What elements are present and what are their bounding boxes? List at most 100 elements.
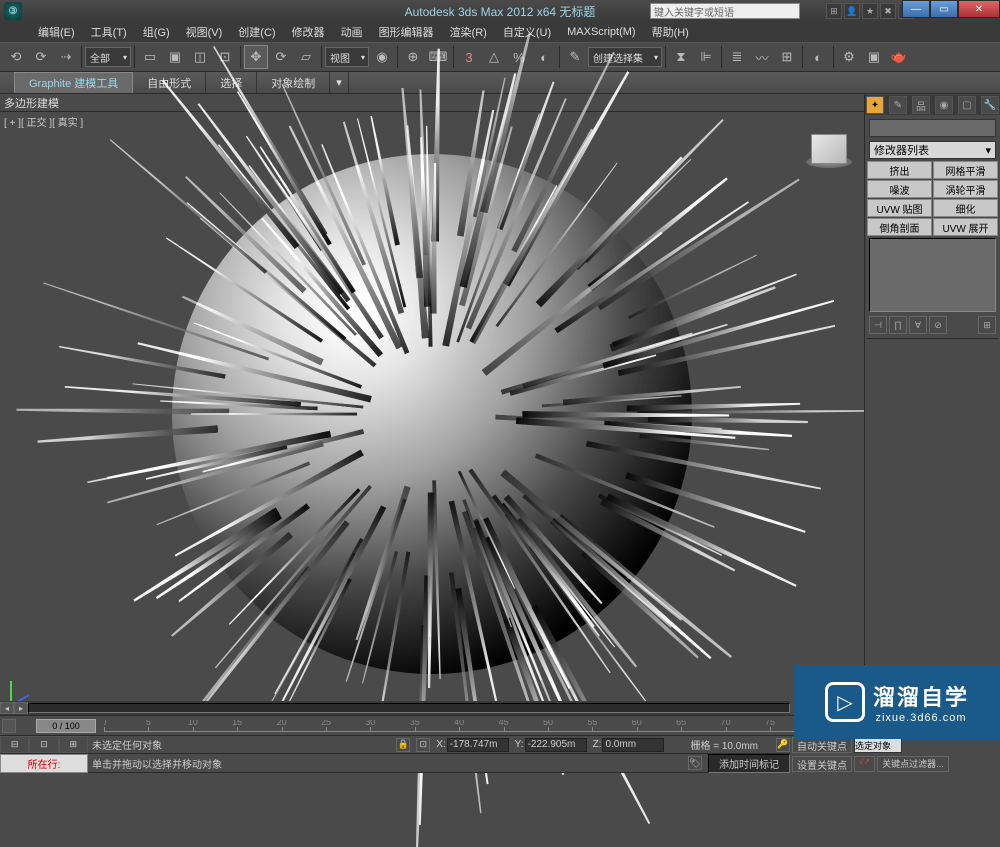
mod-meshsmooth[interactable]: 网格平滑	[933, 161, 998, 179]
set-key-button[interactable]: 设置关键点	[792, 756, 852, 772]
time-slider-min-icon[interactable]	[2, 719, 16, 733]
watermark-play-icon: ▷	[825, 682, 865, 722]
menu-modifiers[interactable]: 修改器	[284, 22, 333, 42]
modifier-stack[interactable]	[869, 238, 996, 312]
angle-snap-icon[interactable]: △	[482, 45, 506, 69]
menu-maxscript[interactable]: MAXScript(M)	[559, 22, 643, 42]
close-button[interactable]: ✕	[958, 0, 1000, 18]
key-mode-icon[interactable]: ⊟	[0, 736, 29, 753]
snap-toggle-icon[interactable]: 3	[457, 45, 481, 69]
motion-tab-icon[interactable]: ◉	[935, 96, 953, 114]
ribbon-tab-graphite[interactable]: Graphite 建模工具	[14, 72, 133, 93]
display-tab-icon[interactable]: ▢	[958, 96, 976, 114]
pin-stack-icon[interactable]: ⊣	[869, 316, 887, 334]
favorites-icon[interactable]: ★	[862, 3, 878, 19]
status-left-panel: ⊟ ⊡ ⊞ 所在行:	[0, 736, 88, 773]
time-slider-handle[interactable]: 0 / 100	[36, 719, 96, 733]
track-bar[interactable]	[28, 703, 790, 713]
redo-icon[interactable]: ⟳	[29, 45, 53, 69]
coord-z-input[interactable]	[602, 738, 664, 752]
auto-key-button[interactable]: 自动关键点	[792, 737, 852, 753]
menu-animation[interactable]: 动画	[333, 22, 371, 42]
object-name-field[interactable]	[869, 119, 996, 137]
show-end-result-icon[interactable]: ∏	[889, 316, 907, 334]
viewport[interactable]: [ + ][ 正交 ][ 真实 ]	[0, 112, 864, 715]
create-tab-icon[interactable]: ✦	[866, 96, 884, 114]
menu-group[interactable]: 组(G)	[135, 22, 178, 42]
move-icon[interactable]: ✥	[244, 45, 268, 69]
edit-selection-set-icon[interactable]: ✎	[563, 45, 587, 69]
pivot-icon[interactable]: ◉	[370, 45, 394, 69]
make-unique-icon[interactable]: ∀	[909, 316, 927, 334]
menu-rendering[interactable]: 渲染(R)	[442, 22, 495, 42]
add-time-tag[interactable]: 添加时间标记	[708, 754, 790, 773]
exchange-icon[interactable]: ✖	[880, 3, 896, 19]
help-search-input[interactable]: 键入关键字或短语	[650, 3, 800, 19]
mod-bevel-profile[interactable]: 倒角剖面	[867, 218, 932, 236]
remove-modifier-icon[interactable]: ⊘	[929, 316, 947, 334]
key-btn-2[interactable]: ⊡	[29, 736, 58, 753]
mod-turbosmooth[interactable]: 涡轮平滑	[933, 180, 998, 198]
coord-y-input[interactable]	[525, 738, 587, 752]
modifier-list-dropdown[interactable]: 修改器列表▾	[869, 141, 996, 159]
curve-editor-icon[interactable]: 〰	[750, 45, 774, 69]
coord-x-input[interactable]	[447, 738, 509, 752]
mod-uvw-unwrap[interactable]: UVW 展开	[933, 218, 998, 236]
viewport-label[interactable]: [ + ][ 正交 ][ 真实 ]	[4, 114, 83, 129]
menu-graph-editors[interactable]: 图形编辑器	[371, 22, 442, 42]
link-icon[interactable]: ⇢	[54, 45, 78, 69]
minimize-button[interactable]: —	[902, 0, 930, 18]
ribbon-tab-object-paint[interactable]: 对象绘制	[257, 72, 330, 93]
app-icon[interactable]: ③	[4, 2, 22, 20]
render-icon[interactable]: 🫖	[887, 45, 911, 69]
schematic-view-icon[interactable]: ⊞	[775, 45, 799, 69]
mirror-icon[interactable]: ⧗	[669, 45, 693, 69]
select-region-icon[interactable]: ◫	[188, 45, 212, 69]
mod-uvwmap[interactable]: UVW 贴图	[867, 199, 932, 217]
named-selection-dropdown[interactable]: 创建选择集	[588, 47, 662, 67]
mod-noise[interactable]: 噪波	[867, 180, 932, 198]
track-prev-icon[interactable]: ◂	[0, 702, 14, 714]
ref-coord-dropdown[interactable]: 视图	[325, 47, 369, 67]
configure-sets-icon[interactable]: ⊞	[978, 316, 996, 334]
viewcube[interactable]	[806, 130, 852, 176]
mod-tessellate[interactable]: 细化	[933, 199, 998, 217]
isolate-icon[interactable]: ⊡	[416, 738, 430, 752]
menu-help[interactable]: 帮助(H)	[644, 22, 697, 42]
scale-icon[interactable]: ▱	[294, 45, 318, 69]
layer-manager-icon[interactable]: ≣	[725, 45, 749, 69]
maximize-button[interactable]: ▭	[930, 0, 958, 18]
ribbon-minimize-icon[interactable]: ▾	[330, 72, 349, 93]
render-frame-icon[interactable]: ▣	[862, 45, 886, 69]
select-icon[interactable]: ▭	[138, 45, 162, 69]
menu-edit[interactable]: 编辑(E)	[30, 22, 83, 42]
percent-snap-icon[interactable]: %	[507, 45, 531, 69]
key-filters-button[interactable]: 关键点过滤器...	[877, 756, 949, 772]
utilities-tab-icon[interactable]: 🔧	[981, 96, 999, 114]
prompt-hint: 单击并拖动以选择并移动对象	[92, 756, 222, 771]
time-tag-icon[interactable]: 🏷	[688, 756, 702, 770]
rotate-icon[interactable]: ⟳	[269, 45, 293, 69]
align-icon[interactable]: ⊫	[694, 45, 718, 69]
key-btn-3[interactable]: ⊞	[59, 736, 88, 753]
track-next-icon[interactable]: ▸	[14, 702, 28, 714]
menu-views[interactable]: 视图(V)	[178, 22, 231, 42]
manipulate-icon[interactable]: ⊕	[401, 45, 425, 69]
spinner-snap-icon[interactable]: ◐	[532, 45, 556, 69]
key-target-field[interactable]	[854, 738, 902, 753]
render-setup-icon[interactable]: ⚙	[837, 45, 861, 69]
signin-icon[interactable]: 👤	[844, 3, 860, 19]
select-name-icon[interactable]: ▣	[163, 45, 187, 69]
menu-create[interactable]: 创建(C)	[230, 22, 283, 42]
selection-filter-dropdown[interactable]: 全部	[85, 47, 131, 67]
hierarchy-tab-icon[interactable]: 品	[912, 96, 930, 114]
infocenter-icon[interactable]: ⊞	[826, 3, 842, 19]
material-editor-icon[interactable]: ◐	[806, 45, 830, 69]
key-toggle-icon[interactable]: 🔑	[776, 738, 790, 752]
modify-tab-icon[interactable]: ✎	[889, 96, 907, 114]
mod-extrude[interactable]: 挤出	[867, 161, 932, 179]
script-line-indicator: 所在行:	[0, 754, 88, 773]
lock-selection-icon[interactable]: 🔒	[396, 738, 410, 752]
menu-tools[interactable]: 工具(T)	[83, 22, 135, 42]
undo-icon[interactable]: ⟲	[4, 45, 28, 69]
